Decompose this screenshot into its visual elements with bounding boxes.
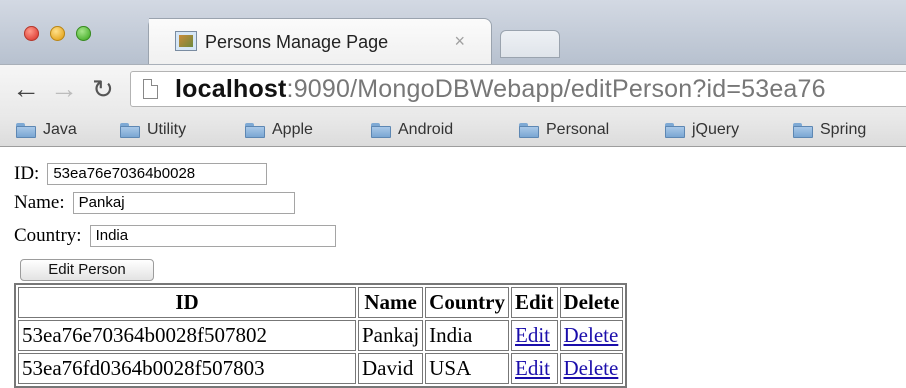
bookmarks-bar: Java Utility Apple Android Personal jQue… <box>0 114 906 147</box>
header-name: Name <box>358 287 424 318</box>
cell-id: 53ea76e70364b0028f507802 <box>18 320 356 351</box>
bookmark-android[interactable]: Android <box>371 119 453 141</box>
reload-icon[interactable]: ↻ <box>92 75 114 103</box>
table-row: 53ea76e70364b0028f507802 Pankaj India Ed… <box>18 320 624 351</box>
bookmark-personal[interactable]: Personal <box>519 119 609 141</box>
bookmark-label: Android <box>398 121 454 138</box>
forward-arrow-icon[interactable]: → <box>50 75 78 103</box>
folder-icon <box>519 122 539 138</box>
url-text[interactable]: localhost:9090/MongoDBWebapp/editPerson?… <box>175 75 826 104</box>
id-field[interactable]: 53ea76e70364b0028 <box>47 163 268 185</box>
tab-persons-manage-page[interactable]: Persons Manage Page × <box>148 18 492 66</box>
edit-person-button[interactable]: Edit Person <box>20 259 154 281</box>
edit-link[interactable]: Edit <box>515 323 550 347</box>
bookmark-java[interactable]: Java <box>16 119 77 141</box>
country-label: Country: <box>14 225 82 246</box>
bookmark-label: jQuery <box>692 121 740 138</box>
name-field[interactable]: Pankaj <box>72 192 295 214</box>
folder-icon <box>371 122 391 138</box>
minimize-icon[interactable] <box>50 26 65 41</box>
name-row: Name: Pankaj <box>14 192 295 214</box>
folder-icon <box>245 122 265 138</box>
delete-link[interactable]: Delete <box>564 356 619 380</box>
header-edit: Edit <box>511 287 558 318</box>
header-country: Country <box>425 287 509 318</box>
cell-country: India <box>425 320 509 351</box>
bookmark-label: Spring <box>820 121 867 138</box>
folder-icon <box>665 122 685 138</box>
table-row: 53ea76fd0364b0028f507803 David USA Edit … <box>18 353 624 384</box>
bookmark-label: Apple <box>272 121 313 138</box>
edit-link[interactable]: Edit <box>515 356 550 380</box>
page-icon <box>143 79 158 99</box>
address-bar[interactable]: localhost:9090/MongoDBWebapp/editPerson?… <box>130 71 906 107</box>
bookmark-utility[interactable]: Utility <box>120 119 186 141</box>
header-delete: Delete <box>559 287 624 318</box>
title-bar: Persons Manage Page × <box>0 0 906 66</box>
cell-delete: Delete <box>559 353 624 384</box>
bookmark-label: Java <box>43 121 77 138</box>
url-host: localhost <box>175 75 287 103</box>
new-tab-button[interactable] <box>500 30 560 58</box>
folder-icon <box>16 122 36 138</box>
bookmark-jquery[interactable]: jQuery <box>665 119 739 141</box>
country-field[interactable]: India <box>89 225 336 247</box>
cell-name: David <box>358 353 424 384</box>
maximize-icon[interactable] <box>76 26 91 41</box>
cell-country: USA <box>425 353 509 384</box>
country-row: Country: India <box>14 225 336 247</box>
id-row: ID: 53ea76e70364b0028 <box>14 163 268 185</box>
cell-id: 53ea76fd0364b0028f507803 <box>18 353 356 384</box>
close-icon[interactable] <box>24 26 39 41</box>
bookmark-apple[interactable]: Apple <box>245 119 313 141</box>
name-label: Name: <box>14 192 65 213</box>
id-label: ID: <box>14 163 40 184</box>
bookmark-label: Personal <box>546 121 610 138</box>
favicon-icon <box>175 31 197 51</box>
url-path: :9090/MongoDBWebapp/editPerson?id=53ea76 <box>286 75 826 103</box>
tab-close-icon[interactable]: × <box>454 31 465 52</box>
persons-table: ID Name Country Edit Delete 53ea76e70364… <box>14 283 628 388</box>
back-arrow-icon[interactable]: ← <box>12 75 40 103</box>
cell-edit: Edit <box>511 353 558 384</box>
cell-name: Pankaj <box>358 320 424 351</box>
folder-icon <box>120 122 140 138</box>
bookmark-spring[interactable]: Spring <box>793 119 866 141</box>
toolbar: ← → ↻ localhost:9090/MongoDBWebapp/editP… <box>0 64 906 115</box>
cell-delete: Delete <box>559 320 624 351</box>
header-id: ID <box>18 287 356 318</box>
bookmark-label: Utility <box>147 121 187 138</box>
table-header-row: ID Name Country Edit Delete <box>18 287 624 318</box>
folder-icon <box>793 122 813 138</box>
page-content: ID: 53ea76e70364b0028 Name: Pankaj Count… <box>0 147 906 388</box>
tab-title: Persons Manage Page <box>205 32 389 52</box>
cell-edit: Edit <box>511 320 558 351</box>
delete-link[interactable]: Delete <box>564 323 619 347</box>
